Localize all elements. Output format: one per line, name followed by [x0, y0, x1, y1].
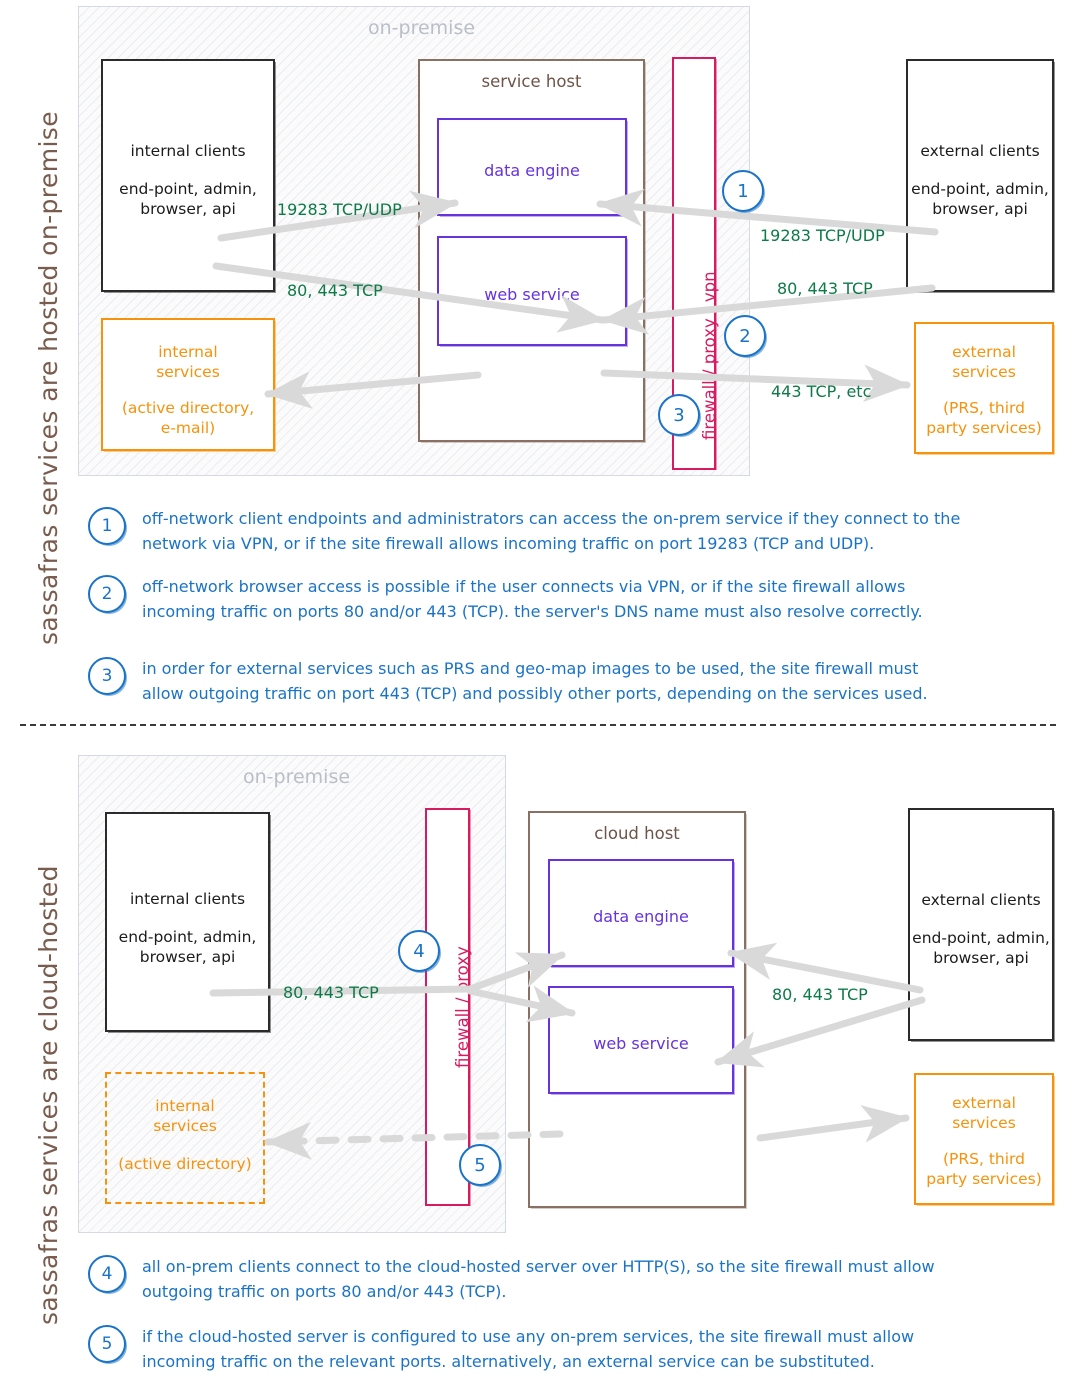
- internal-clients-title-1: internal clients: [130, 142, 246, 160]
- note-1: 1 off-network client endpoints and admin…: [88, 507, 1038, 557]
- note-4-marker: 4: [88, 1255, 126, 1293]
- data-engine-box-1: data engine: [437, 118, 627, 216]
- external-services-detail-2: (PRS, third party services): [926, 1150, 1042, 1189]
- data-engine-label-2: data engine: [593, 907, 689, 926]
- firewall-label-1: firewall / proxy / vpn: [700, 271, 719, 440]
- note-3-text: in order for external services such as P…: [142, 659, 928, 703]
- external-services-detail-1: (PRS, third party services): [926, 399, 1042, 438]
- port-label-external-engine-1: 19283 TCP/UDP: [760, 226, 885, 245]
- external-services-box-1: external services (PRS, third party serv…: [914, 322, 1054, 454]
- external-clients-detail-2: end-point, admin, browser, api: [912, 929, 1050, 968]
- note-4-text: all on-prem clients connect to the cloud…: [142, 1257, 935, 1301]
- web-service-label-2: web service: [593, 1034, 689, 1053]
- internal-services-detail-2: (active directory): [118, 1155, 252, 1173]
- firewall-label-2: firewall / proxy: [453, 946, 472, 1068]
- external-clients-detail-1: end-point, admin, browser, api: [911, 180, 1049, 219]
- section-2-side-label: sassafras services are cloud-hosted: [34, 865, 63, 1325]
- note-2-text: off-network browser access is possible i…: [142, 577, 923, 621]
- internal-clients-detail-1: end-point, admin, browser, api: [119, 180, 257, 219]
- marker-4: 4: [398, 930, 440, 972]
- note-2: 2 off-network browser access is possible…: [88, 575, 1038, 625]
- external-clients-box-2: external clients end-point, admin, brows…: [908, 808, 1054, 1041]
- diagram-canvas: sassafras services are hosted on-premise…: [0, 0, 1073, 1383]
- data-engine-label-1: data engine: [484, 161, 580, 180]
- port-label-internal-web-2: 80, 443 TCP: [283, 983, 379, 1002]
- internal-services-detail-1: (active directory, e-mail): [121, 399, 255, 438]
- external-services-title-2: external services: [952, 1094, 1016, 1133]
- marker-1: 1: [722, 170, 764, 212]
- note-3-marker: 3: [88, 657, 126, 695]
- port-label-internal-engine-1: 19283 TCP/UDP: [277, 200, 402, 219]
- external-clients-box-1: external clients end-point, admin, brows…: [906, 59, 1054, 292]
- section-divider: [20, 724, 1056, 726]
- note-4: 4 all on-prem clients connect to the clo…: [88, 1255, 1038, 1305]
- internal-services-box-1: internal services (active directory, e-m…: [101, 318, 275, 451]
- port-label-external-services-1: 443 TCP, etc: [771, 382, 872, 401]
- marker-5: 5: [459, 1144, 501, 1186]
- web-service-box-2: web service: [548, 986, 734, 1094]
- note-2-marker: 2: [88, 575, 126, 613]
- external-clients-title-2: external clients: [921, 891, 1041, 909]
- data-engine-box-2: data engine: [548, 859, 734, 967]
- external-services-box-2: external services (PRS, third party serv…: [914, 1073, 1054, 1205]
- note-3: 3 in order for external services such as…: [88, 657, 1038, 707]
- note-5: 5 if the cloud-hosted server is configur…: [88, 1325, 1038, 1375]
- internal-services-box-2: internal services (active directory): [105, 1072, 265, 1204]
- internal-clients-box-2: internal clients end-point, admin, brows…: [105, 812, 270, 1032]
- internal-services-title-2: internal services: [153, 1097, 217, 1136]
- web-service-label-1: web service: [484, 285, 580, 304]
- on-premise-label-1: on-premise: [368, 17, 476, 39]
- internal-clients-box-1: internal clients end-point, admin, brows…: [101, 59, 275, 292]
- external-clients-title-1: external clients: [920, 142, 1040, 160]
- internal-services-title-1: internal services: [156, 343, 220, 382]
- port-label-internal-web-1: 80, 443 TCP: [287, 281, 383, 300]
- marker-3: 3: [658, 394, 700, 436]
- port-label-external-web-2: 80, 443 TCP: [772, 985, 868, 1004]
- section-1-side-label: sassafras services are hosted on-premise: [34, 111, 63, 645]
- note-5-marker: 5: [88, 1325, 126, 1363]
- web-service-box-1: web service: [437, 236, 627, 346]
- marker-2: 2: [724, 315, 766, 357]
- note-1-text: off-network client endpoints and adminis…: [142, 509, 961, 553]
- internal-clients-detail-2: end-point, admin, browser, api: [118, 928, 257, 967]
- on-premise-label-2: on-premise: [243, 766, 351, 788]
- service-host-title: service host: [481, 72, 582, 91]
- internal-clients-title-2: internal clients: [129, 890, 246, 908]
- cloud-host-title: cloud host: [594, 824, 680, 843]
- port-label-external-web-1: 80, 443 TCP: [777, 279, 873, 298]
- external-services-title-1: external services: [952, 343, 1016, 382]
- note-1-marker: 1: [88, 507, 126, 545]
- note-5-text: if the cloud-hosted server is configured…: [142, 1327, 915, 1371]
